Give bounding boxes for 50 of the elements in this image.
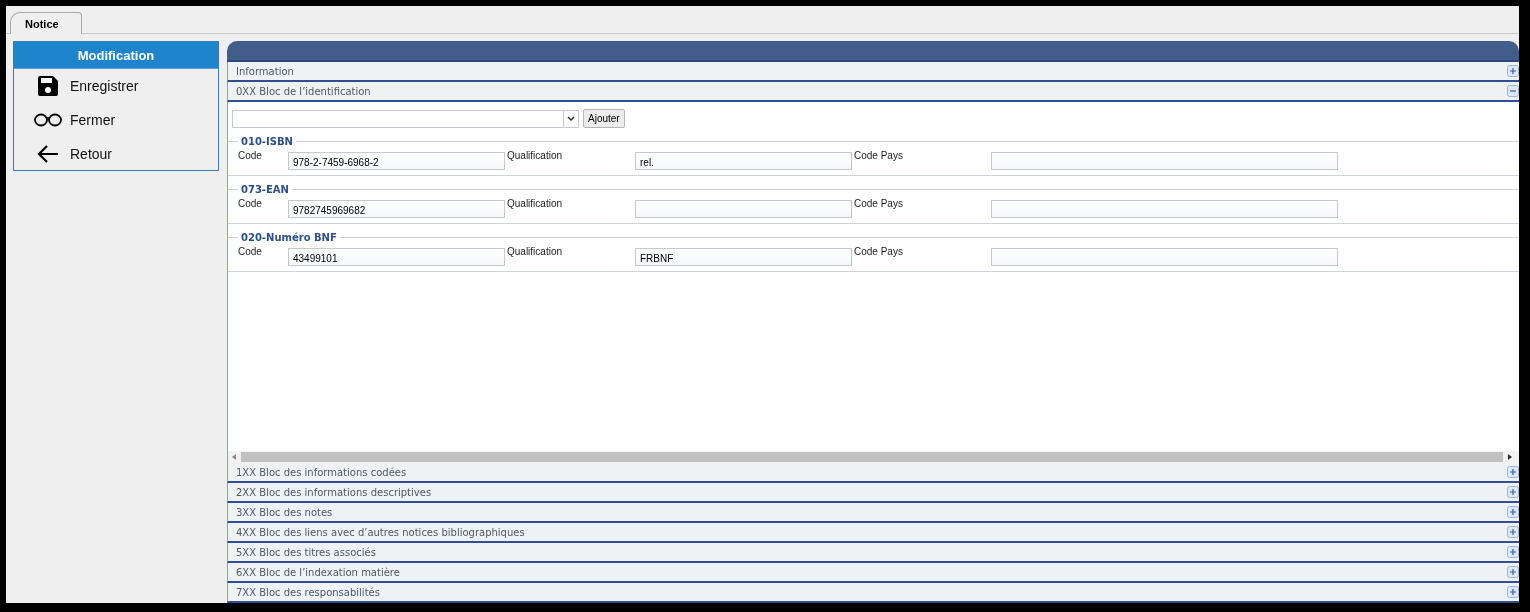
dropdown-caret-icon xyxy=(567,116,575,121)
field-label: Code Pays xyxy=(854,149,904,161)
section-header[interactable]: 4XX Bloc des liens avec d’autres notices bibliographiques xyxy=(227,523,1519,543)
expand-icon[interactable] xyxy=(1507,506,1519,518)
input-field[interactable]: 43499101 xyxy=(288,248,505,266)
scroll-left-icon[interactable] xyxy=(231,454,237,460)
field-label: Code Pays xyxy=(854,245,904,257)
input-field[interactable] xyxy=(991,152,1338,170)
field-label: Qualification xyxy=(507,149,564,161)
expand-icon[interactable] xyxy=(1507,566,1519,578)
sidebar-item[interactable]: Retour xyxy=(14,137,218,171)
horizontal-scrollbar[interactable] xyxy=(228,451,1519,463)
sidebar-title: Modification xyxy=(14,42,218,69)
expand-icon[interactable] xyxy=(1507,526,1519,538)
field-label: Code Pays xyxy=(854,197,904,209)
glasses-icon xyxy=(34,113,62,127)
tab[interactable]: Notice xyxy=(10,12,82,34)
section-header[interactable]: 0XX Bloc de l’identification xyxy=(227,82,1519,102)
input-field[interactable]: 9782745969682 xyxy=(288,200,505,218)
input-field[interactable] xyxy=(991,248,1338,266)
section-header[interactable]: 3XX Bloc des notes xyxy=(227,503,1519,523)
sidebar-item[interactable]: Enregistrer xyxy=(14,69,218,103)
section-header[interactable]: 2XX Bloc des informations descriptives xyxy=(227,483,1519,503)
collapse-icon[interactable] xyxy=(1507,85,1519,97)
expand-icon[interactable] xyxy=(1507,486,1519,498)
expand-icon[interactable] xyxy=(1507,65,1519,77)
section-header[interactable]: 1XX Bloc des informations codées xyxy=(227,463,1519,483)
group-title: 010-ISBN xyxy=(240,136,294,147)
section-header[interactable]: 7XX Bloc des responsabilités xyxy=(227,583,1519,603)
field-label: Code xyxy=(238,245,263,257)
input-field[interactable]: 978-2-7459-6968-2 xyxy=(288,152,505,170)
field-label: Qualification xyxy=(507,197,564,209)
field-label: Code xyxy=(238,197,263,209)
input-field[interactable] xyxy=(991,200,1338,218)
group-title: 020-Numéro BNF xyxy=(240,232,338,243)
field-label: Code xyxy=(238,149,263,161)
expand-icon[interactable] xyxy=(1507,466,1519,478)
input-field[interactable]: rel. xyxy=(635,152,852,170)
expand-icon[interactable] xyxy=(1507,586,1519,598)
add-button[interactable]: Ajouter xyxy=(583,109,625,128)
group-title: 073-EAN xyxy=(240,184,290,195)
section-header[interactable]: 6XX Bloc de l’indexation matière xyxy=(227,563,1519,583)
scroll-right-icon[interactable] xyxy=(1507,454,1513,460)
input-field[interactable]: FRBNF xyxy=(635,248,852,266)
section-header[interactable]: 5XX Bloc des titres associés xyxy=(227,543,1519,563)
input-field[interactable] xyxy=(635,200,852,218)
sidebar-item[interactable]: Fermer xyxy=(14,103,218,137)
expand-icon[interactable] xyxy=(1507,546,1519,558)
field-label: Qualification xyxy=(507,245,564,257)
section-header[interactable]: Information xyxy=(227,62,1519,82)
